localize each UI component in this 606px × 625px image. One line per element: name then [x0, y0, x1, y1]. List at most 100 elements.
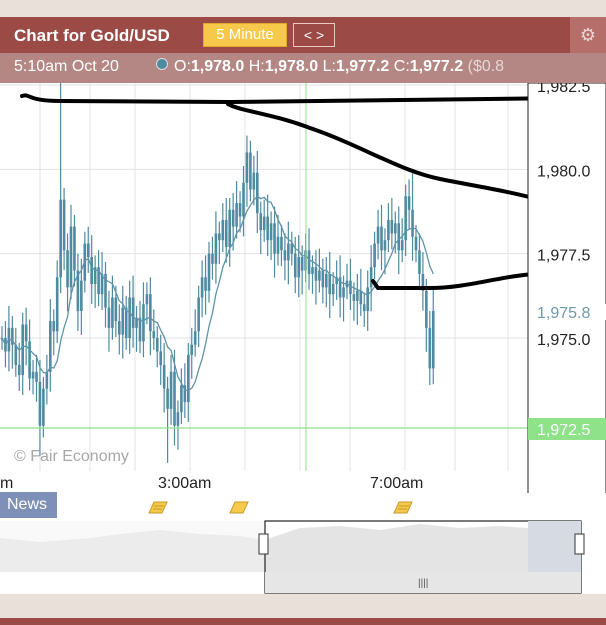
candle	[428, 327, 432, 369]
candle	[328, 273, 332, 295]
x-tick-label: 3:00am	[158, 475, 211, 492]
candle	[283, 250, 287, 261]
candle	[111, 297, 114, 328]
candles	[0, 83, 435, 463]
candle	[200, 277, 204, 298]
candle	[149, 294, 152, 332]
scroll-nav-button[interactable]: < >	[293, 23, 335, 47]
open-label: O:	[174, 58, 191, 75]
candle	[131, 297, 135, 328]
candle	[24, 324, 28, 342]
high-value: 1,978.0	[264, 58, 319, 75]
candle	[138, 317, 142, 342]
y-tick-label: 1,982.5	[537, 83, 590, 96]
candle	[390, 219, 394, 234]
candle	[369, 267, 373, 288]
candle	[418, 250, 421, 274]
ohlc-values: O:1,978.0 H:1,978.0 L:1,977.2 C:1,977.2 …	[174, 58, 504, 76]
candle	[359, 290, 363, 305]
candle	[207, 253, 211, 291]
candle	[387, 219, 390, 241]
x-axis-ticks: m 3:00am 7:00am	[0, 475, 423, 492]
low-value: 1,977.2	[335, 58, 390, 75]
y-tick-label: 1,980.0	[537, 163, 590, 180]
news-event-icon[interactable]	[148, 500, 168, 514]
x-tick-label: m	[0, 475, 13, 492]
candle	[376, 226, 380, 244]
candle	[35, 371, 38, 382]
candle	[169, 371, 173, 409]
candle	[52, 321, 56, 332]
candle	[159, 351, 162, 365]
candle	[42, 388, 45, 426]
drawn-support-line	[371, 271, 550, 290]
chart-title-bar: Chart for Gold/USD 5 Minute < > ⚙	[0, 17, 606, 53]
candle	[397, 223, 401, 251]
navigator-right-handle	[574, 533, 585, 555]
candle	[331, 284, 335, 295]
candle	[349, 280, 352, 295]
price-chart[interactable]: © Fair Economy 1,982.5 1,980.0 1,977.5 1,97…	[0, 83, 606, 493]
candle	[407, 196, 411, 210]
candle	[311, 267, 314, 274]
candle	[276, 236, 280, 254]
chart-title: Chart for Gold/USD	[14, 26, 170, 45]
navigator-left-shade	[0, 521, 265, 572]
news-event-icon[interactable]	[229, 500, 249, 514]
candle	[28, 341, 31, 379]
candle	[45, 371, 49, 389]
candle	[59, 199, 62, 278]
candle	[269, 223, 273, 241]
candle	[293, 253, 297, 278]
candle	[193, 331, 197, 345]
candle	[356, 290, 359, 301]
candle	[107, 307, 111, 328]
candle	[280, 236, 283, 251]
candle	[425, 290, 428, 328]
candle	[55, 277, 59, 332]
candle	[218, 233, 221, 241]
candle	[380, 226, 383, 251]
candle	[262, 216, 266, 231]
low-label: L:	[322, 58, 336, 75]
news-event-icon[interactable]	[393, 500, 413, 514]
candle	[266, 216, 269, 241]
candle	[235, 203, 238, 227]
candle	[342, 287, 345, 298]
candle	[224, 219, 228, 247]
ohlc-time: 5:10am Oct 20	[14, 58, 119, 75]
candle	[307, 250, 311, 274]
candle	[166, 388, 169, 409]
candle	[21, 324, 24, 376]
timeframe-button[interactable]: 5 Minute	[203, 23, 287, 47]
candle	[62, 199, 66, 251]
candle	[414, 236, 418, 251]
candle	[318, 270, 321, 281]
candle	[176, 412, 180, 426]
candle	[211, 253, 214, 264]
candle	[411, 209, 414, 237]
y-tick-label: 1,977.5	[537, 248, 590, 265]
candle	[31, 371, 35, 379]
candle	[73, 226, 76, 271]
watermark: © Fair Economy	[14, 448, 129, 465]
candle	[231, 209, 235, 227]
scrollbar-grip-icon: ||||	[418, 578, 428, 589]
open-value: 1,978.0	[190, 58, 245, 75]
candle	[228, 209, 231, 247]
candle	[362, 304, 366, 312]
candle	[145, 294, 149, 305]
current-price-label: 1,972.5	[537, 422, 590, 439]
drawn-trendline-top	[20, 93, 572, 105]
candle	[128, 297, 131, 338]
navigator-left-handle	[258, 533, 269, 555]
candle	[352, 294, 356, 301]
y-tick-label: 1,975.0	[537, 332, 590, 349]
close-label: C:	[393, 58, 410, 75]
news-tab[interactable]: News	[0, 492, 57, 518]
range-navigator[interactable]: ||||	[0, 518, 606, 594]
candle	[300, 257, 304, 271]
candle	[187, 354, 190, 403]
gear-icon[interactable]: ⚙	[570, 17, 606, 53]
candle	[400, 240, 404, 251]
